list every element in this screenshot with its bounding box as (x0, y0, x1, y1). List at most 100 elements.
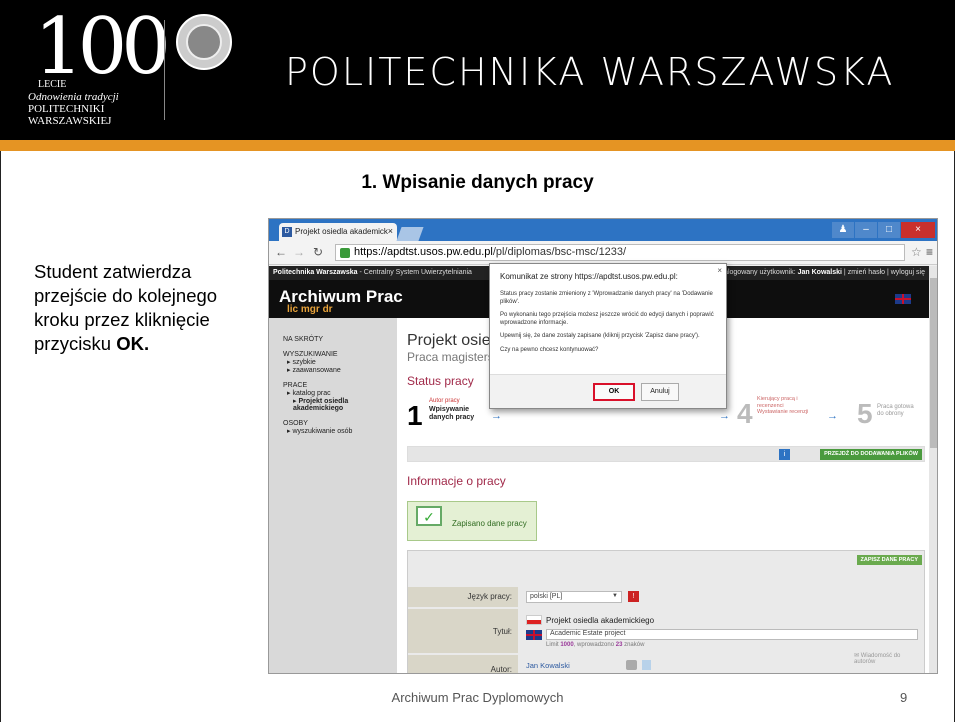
sidebar-shortcuts[interactable]: NA SKRÓTY (283, 336, 397, 343)
site-sidebar: NA SKRÓTY WYSZUKIWANIE ▸ szybkie ▸ zaawa… (269, 318, 397, 673)
step-4-label: Kierujący pracą i recenzenci Wystawianie… (757, 396, 809, 416)
confirm-dialog: Komunikat ze strony https://apdtst.usos.… (489, 263, 727, 409)
slide-footer: Archiwum Prac Dyplomowych (391, 690, 564, 705)
dialog-text-1: Status pracy zostanie zmieniony z 'Wprow… (500, 291, 713, 305)
polish-flag-icon (526, 615, 542, 625)
close-window-button[interactable]: × (901, 222, 935, 238)
back-arrow-icon[interactable]: ← (275, 245, 287, 259)
info-icon[interactable]: i (779, 449, 790, 460)
language-select[interactable]: polski [PL] ▼ (526, 591, 622, 603)
app-subtitle: lic mgr dr (287, 304, 333, 315)
sidebar-theses-heading: PRACE (283, 382, 308, 389)
desc-bold: OK. (116, 333, 150, 355)
sidebar-item-search-advanced[interactable]: ▸ zaawansowane (283, 366, 397, 374)
logo-politechniki: POLITECHNIKI (28, 103, 105, 115)
url-path: /pl/diplomas/bsc-msc/1233/ (492, 246, 627, 258)
page-subtitle: Praca magisters (407, 350, 494, 364)
page-scrollbar[interactable] (929, 266, 937, 673)
english-flag-icon (526, 630, 542, 640)
window-controls: ♟ – □ × (831, 219, 935, 238)
logged-user: Jan Kowalski (797, 269, 842, 276)
step-1-label: Wpisywanie danych pracy (429, 406, 475, 421)
minimize-button[interactable]: – (855, 222, 877, 238)
browser-tab[interactable]: D Projekt osiedla akademick × (279, 223, 397, 241)
saved-notice: ✓ Zapisano dane pracy (407, 501, 537, 541)
dialog-text-4: Czy na pewno chcesz kontynuować? (500, 346, 599, 353)
checkmark-icon: ✓ (416, 506, 442, 526)
english-flag-icon[interactable] (895, 294, 911, 304)
menu-icon[interactable]: ≡ (926, 245, 933, 259)
university-name: POLITECHNIKA WARSZAWSKA (285, 50, 895, 94)
page-number: 9 (900, 690, 908, 705)
status-heading: Status pracy (407, 374, 474, 388)
new-tab-button[interactable] (396, 227, 424, 241)
step-arrow-icon: → (719, 410, 730, 422)
title-polish: Projekt osiedla akademickiego (546, 616, 655, 625)
step-1-number: 1 (407, 400, 423, 431)
sidebar-search-heading: WYSZUKIWANIE (283, 351, 338, 358)
account-links[interactable]: | zmień hasło | wyloguj się (842, 269, 925, 276)
save-data-button[interactable]: ZAPISZ DANE PRACY (856, 555, 922, 565)
required-icon: ! (628, 591, 639, 602)
dialog-text-2: Po wykonaniu tego przejścia możesz jeszc… (500, 312, 714, 326)
info-heading: Informacje o pracy (407, 474, 506, 488)
logo-number: 100 (34, 2, 171, 92)
sidebar-item-project[interactable]: ▸ Projekt osiedla akademickiego (283, 397, 383, 412)
slide-title: 1. Wpisanie danych pracy (361, 172, 594, 193)
dialog-title: Komunikat ze strony https://apdtst.usos.… (500, 272, 678, 281)
topstrip-brand: Politechnika Warszawska (273, 269, 358, 276)
sidebar-item-find-people[interactable]: ▸ wyszukiwanie osób (283, 427, 397, 435)
logo-lecie: LECIE (38, 79, 67, 90)
favicon-icon: D (282, 227, 292, 237)
author-label: Autor: (408, 655, 518, 673)
action-bar: i PRZEJDŹ DO DODAWANIA PLIKÓW (407, 446, 925, 462)
browser-screenshot: D Projekt osiedla akademick × ♟ – □ × ← → ↻… (268, 218, 938, 674)
lock-icon (340, 248, 350, 258)
dialog-text-3: Upewnij się, że dane zostały zapisane (k… (500, 333, 700, 339)
user-icon[interactable]: ♟ (832, 222, 854, 238)
forward-arrow-icon[interactable]: → (293, 245, 305, 259)
sidebar-people-heading: OSOBY (283, 420, 308, 427)
reload-icon[interactable]: ↻ (313, 245, 323, 259)
address-bar-row: ← → ↻ https://apdtst.usos.pw.edu.pl/pl/d… (269, 241, 937, 265)
char-limit: Limit 1000, wprowadzono 23 znaków (546, 642, 645, 648)
browser-tabbar: D Projekt osiedla akademick × ♟ – □ × (269, 219, 937, 241)
step-arrow-icon: → (491, 410, 502, 422)
step-arrow-icon: → (827, 410, 838, 422)
edit-icon[interactable] (626, 660, 637, 670)
title-english-input[interactable]: Academic Estate project (546, 629, 918, 640)
cancel-button[interactable]: Anuluj (641, 383, 679, 401)
language-label: Język pracy: (408, 587, 518, 607)
author-name[interactable]: Jan Kowalski (526, 661, 570, 670)
sidebar-item-catalog[interactable]: ▸ katalog prac (283, 389, 397, 397)
sidebar-item-search-simple[interactable]: ▸ szybkie (283, 358, 397, 366)
header-accent-bar (0, 140, 955, 151)
logo-warszawskiej: WARSZAWSKIEJ (28, 115, 112, 127)
maximize-button[interactable]: □ (878, 222, 900, 238)
tab-title: Projekt osiedla akademick (295, 227, 388, 236)
title-label: Tytuł: (408, 609, 518, 653)
url-input[interactable]: https://apdtst.usos.pw.edu.pl/pl/diploma… (335, 244, 905, 261)
dialog-buttons: OK Anuluj (490, 374, 726, 408)
bookmark-star-icon[interactable]: ☆ (911, 245, 922, 259)
page-title: Projekt osied (407, 332, 500, 349)
logo-odnowienia: Odnowienia tradycji (28, 91, 119, 103)
slide-header: 100 LECIE Odnowienia tradycji POLITECHNI… (0, 0, 955, 140)
slide-description: Student zatwierdza przejście do kolejneg… (34, 260, 264, 356)
saved-message: Zapisano dane pracy (452, 519, 527, 528)
thesis-form: ZAPISZ DANE PRACY Język pracy: polski [P… (407, 550, 925, 673)
message-authors-link[interactable]: ✉ Wiadomość do autorów (854, 653, 914, 665)
scrollbar-thumb[interactable] (930, 278, 937, 448)
step-5-label: Praca gotowa do obrony (877, 404, 914, 418)
step-1-role: Autor pracy (429, 398, 460, 404)
dialog-close-icon[interactable]: × (717, 266, 722, 275)
step-5-number: 5 (857, 398, 873, 429)
topstrip-user-area: Zalogowany użytkownik: Jan Kowalski | zm… (719, 269, 925, 276)
go-to-files-button[interactable]: PRZEJDŹ DO DODAWANIA PLIKÓW (820, 449, 922, 460)
topstrip-sub: - Centralny System Uwierzytelniania (357, 269, 472, 276)
university-seal-icon (176, 14, 232, 70)
tab-close-icon[interactable]: × (388, 226, 393, 236)
logo-divider (164, 20, 165, 120)
document-icon[interactable] (642, 660, 651, 670)
ok-button[interactable]: OK (593, 383, 635, 401)
